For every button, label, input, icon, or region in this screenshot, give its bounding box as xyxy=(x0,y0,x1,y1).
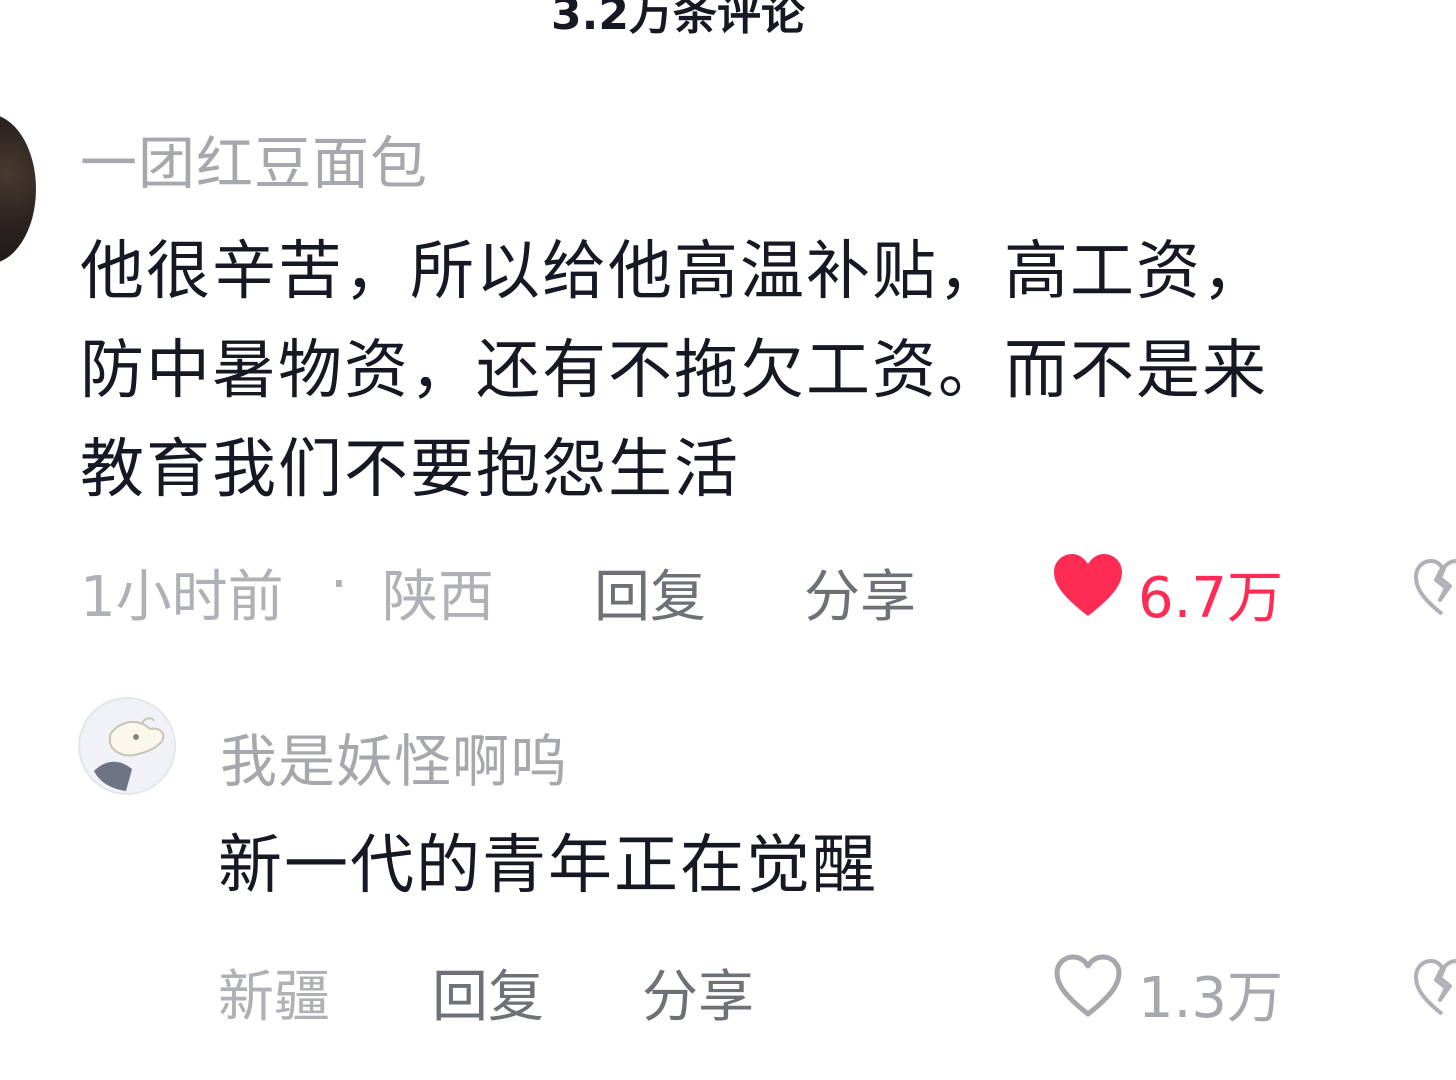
meta-separator: · xyxy=(330,552,348,617)
broken-heart-icon[interactable] xyxy=(1412,956,1456,1024)
comment-text-line: 教育我们不要抱怨生活 xyxy=(80,433,740,507)
heart-filled-icon xyxy=(1052,552,1124,634)
heart-outline-icon xyxy=(1052,952,1124,1034)
share-button[interactable]: 分享 xyxy=(804,552,916,633)
comment-time: 1小时前 xyxy=(80,565,284,630)
comment-count-title: 3.2万条评论 xyxy=(551,0,805,40)
comment-text: 他很辛苦，所以给他高温补贴，高工资， 防中暑物资，还有不拖欠工资。而不是来 教育… xyxy=(80,223,1268,520)
reply-button[interactable]: 回复 xyxy=(594,552,706,633)
comment-username[interactable]: 一团红豆面包 xyxy=(80,118,428,200)
broken-heart-icon[interactable] xyxy=(1412,556,1456,624)
avatar[interactable] xyxy=(78,697,176,795)
comment-text: 新一代的青年正在觉醒 xyxy=(218,829,878,903)
comment-text-line: 防中暑物资，还有不拖欠工资。而不是来 xyxy=(80,334,1268,408)
like-button[interactable]: 1.3万 xyxy=(1052,952,1283,1034)
comment-location: 新疆 xyxy=(218,965,330,1030)
comment-text-line: 他很辛苦，所以给他高温补贴，高工资， xyxy=(80,235,1268,309)
like-button[interactable]: 6.7万 xyxy=(1052,552,1283,634)
like-count: 6.7万 xyxy=(1138,565,1284,631)
comment-username[interactable]: 我是妖怪啊呜 xyxy=(220,716,568,798)
share-button[interactable]: 分享 xyxy=(642,952,754,1033)
reply-button[interactable]: 回复 xyxy=(432,952,544,1033)
comment-location: 陕西 xyxy=(382,565,494,630)
avatar[interactable] xyxy=(0,114,36,264)
like-count: 1.3万 xyxy=(1138,965,1284,1031)
